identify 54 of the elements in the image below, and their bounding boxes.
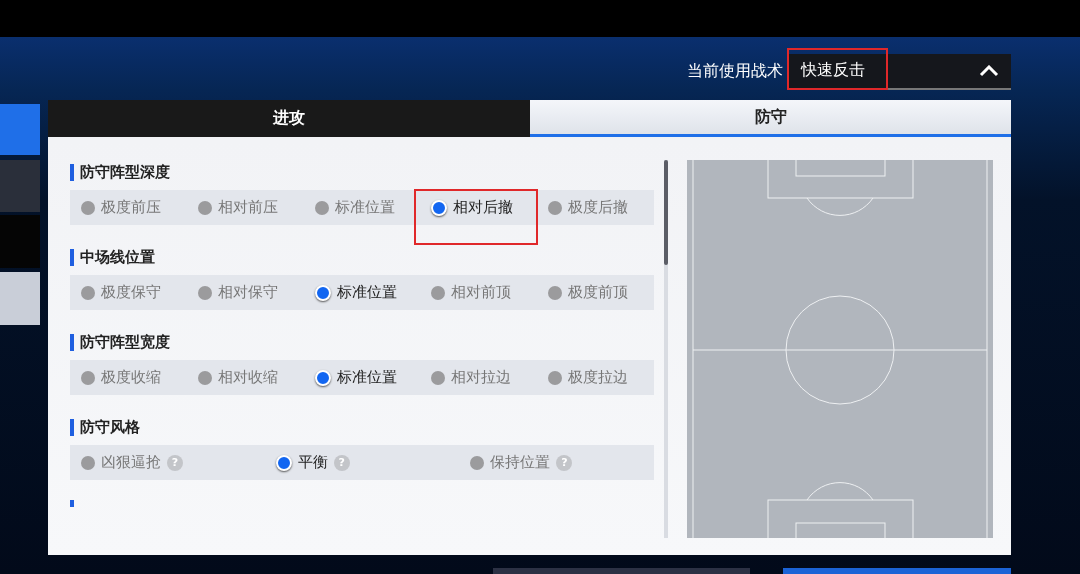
section-title: 防守阵型宽度 bbox=[80, 332, 170, 352]
option-label[interactable]: 极度收缩 bbox=[101, 368, 161, 387]
section-marker bbox=[70, 248, 74, 266]
radio-button[interactable] bbox=[197, 285, 212, 300]
radio-button[interactable] bbox=[81, 200, 95, 215]
option-label[interactable]: 相对拉边 bbox=[451, 368, 512, 387]
option-label[interactable]: 极度前顶 bbox=[568, 283, 629, 302]
radio-button[interactable] bbox=[431, 199, 448, 216]
radio-button[interactable] bbox=[314, 284, 331, 301]
option-label[interactable]: 极度后撤 bbox=[568, 198, 629, 217]
option-label[interactable]: 相对前顶 bbox=[451, 283, 512, 302]
radio-button[interactable] bbox=[197, 370, 212, 385]
option-label[interactable]: 平衡 bbox=[297, 453, 328, 472]
radio-button[interactable] bbox=[81, 370, 95, 385]
radio-button[interactable] bbox=[431, 285, 446, 300]
option-label[interactable]: 相对前压 bbox=[217, 198, 278, 217]
radio-button[interactable] bbox=[548, 285, 563, 300]
radio-button[interactable] bbox=[470, 455, 485, 470]
radio-button[interactable] bbox=[314, 369, 331, 386]
radio-button[interactable] bbox=[197, 200, 212, 215]
radio-button[interactable] bbox=[431, 370, 446, 385]
option-label[interactable]: 极度拉边 bbox=[568, 368, 629, 387]
option-label[interactable]: 标准位置 bbox=[336, 368, 397, 387]
option-label[interactable]: 标准位置 bbox=[334, 198, 395, 217]
section-title: 防守风格 bbox=[80, 417, 140, 437]
radio-button[interactable] bbox=[548, 370, 563, 385]
option-label[interactable]: 相对保守 bbox=[217, 283, 278, 302]
radio-button[interactable] bbox=[275, 454, 292, 471]
section-marker bbox=[70, 163, 74, 181]
section-marker bbox=[70, 418, 74, 436]
section-marker bbox=[70, 333, 74, 351]
scrollbar-thumb[interactable] bbox=[664, 160, 668, 265]
option-label[interactable]: 标准位置 bbox=[336, 283, 397, 302]
menu-tile[interactable] bbox=[0, 104, 40, 155]
section-title: 防守阵型深度 bbox=[80, 162, 170, 182]
section-title: 中场线位置 bbox=[80, 247, 155, 267]
option-label[interactable]: 相对收缩 bbox=[217, 368, 278, 387]
radio-button[interactable] bbox=[81, 285, 95, 300]
caret-icon bbox=[979, 64, 999, 77]
radio-button[interactable] bbox=[548, 200, 563, 215]
option-label[interactable]: 极度保守 bbox=[101, 283, 161, 302]
option-label[interactable]: 相对后撤 bbox=[453, 198, 514, 217]
menu-tile[interactable] bbox=[0, 160, 40, 212]
menu-tile[interactable] bbox=[0, 272, 40, 325]
scrollbar[interactable] bbox=[664, 160, 668, 538]
option-label[interactable]: 保持位置 bbox=[490, 453, 551, 472]
tab[interactable]: 进攻 bbox=[48, 100, 530, 137]
option-label[interactable]: 凶狠逼抢 bbox=[101, 453, 161, 472]
radio-button[interactable] bbox=[81, 455, 95, 470]
menu-tile[interactable] bbox=[0, 215, 40, 268]
radio-button[interactable] bbox=[314, 200, 329, 215]
tactic-label: 当前使用战术 bbox=[687, 61, 783, 82]
option-label[interactable]: 极度前压 bbox=[101, 198, 161, 217]
tab[interactable]: 防守 bbox=[530, 100, 1011, 137]
